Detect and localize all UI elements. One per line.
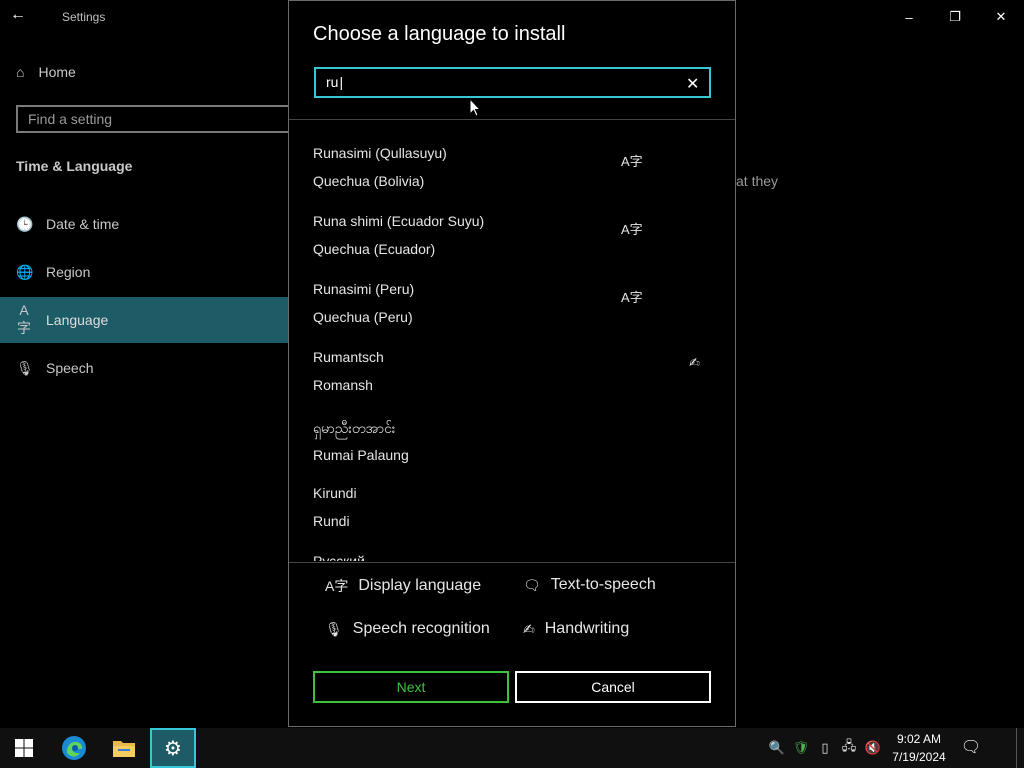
mouse-pointer-icon xyxy=(469,98,481,117)
security-shield-icon[interactable]: 🛡 xyxy=(790,736,812,760)
display-language-icon: A字 xyxy=(621,222,643,237)
display-language-icon: A字 xyxy=(621,559,643,561)
language-native-name: Kirundi xyxy=(313,485,357,501)
taskbar: ⚙ 🔍 🛡 ▯ 🖧 🔇 9:02 AM 7/19/2024 🗨 xyxy=(0,728,1024,768)
list-item[interactable]: ရှမာညီးတအာင်း Rumai Palaung xyxy=(313,411,713,467)
handwriting-icon: ✍ xyxy=(523,620,535,637)
language-native-name: ရှမာညီးတအာင်း xyxy=(313,420,396,436)
legend-label: Speech recognition xyxy=(352,620,490,637)
microphone-icon: 🎙 xyxy=(325,620,343,637)
language-icon: A字 xyxy=(17,302,31,336)
language-native-name: Runa shimi (Ecuador Suyu) xyxy=(313,213,485,229)
legend-text-to-speech: 🗨 Text-to-speech xyxy=(523,576,656,594)
restore-button[interactable]: ❐ xyxy=(932,6,978,28)
search-tray-icon[interactable]: 🔍 xyxy=(766,736,788,760)
text-to-speech-icon: 🗨 xyxy=(645,559,662,561)
network-icon[interactable]: 🖧 xyxy=(838,736,860,760)
clock[interactable]: 9:02 AM 7/19/2024 xyxy=(886,730,952,766)
language-english-name: Quechua (Ecuador) xyxy=(313,241,436,257)
settings-taskbar-button[interactable]: ⚙ xyxy=(150,728,196,768)
calendar-clock-icon: 🕒 xyxy=(16,215,34,232)
divider xyxy=(289,119,735,120)
clock-date: 7/19/2024 xyxy=(892,750,946,764)
clock-time: 9:02 AM xyxy=(896,732,942,746)
notification-center-icon[interactable]: 🗨 xyxy=(956,732,986,762)
search-value: ru xyxy=(326,74,343,90)
legend-label: Display language xyxy=(358,577,482,594)
background-description-text: at they xyxy=(736,173,779,189)
list-item[interactable]: Kirundi Rundi xyxy=(313,477,713,533)
language-native-name: Rumantsch xyxy=(313,349,384,365)
edge-taskbar-button[interactable] xyxy=(50,728,98,768)
language-list[interactable]: Runasimi (Qullasuyu) Quechua (Bolivia) A… xyxy=(289,131,735,561)
microphone-icon: 🎙 xyxy=(16,359,34,376)
windows-logo-icon xyxy=(15,739,33,757)
sidebar-home[interactable]: ⌂ Home xyxy=(16,64,76,80)
legend-speech-recognition: 🎙 Speech recognition xyxy=(325,620,490,638)
list-item[interactable]: Rumantsch Romansh ✍ xyxy=(313,341,713,397)
list-item[interactable]: Runa shimi (Ecuador Suyu) Quechua (Ecuad… xyxy=(313,205,713,261)
divider xyxy=(289,562,735,563)
back-arrow-icon[interactable]: ← xyxy=(10,6,26,24)
language-english-name: Quechua (Bolivia) xyxy=(313,173,425,189)
text-to-speech-icon: 🗨 xyxy=(523,576,541,593)
edge-icon xyxy=(62,736,86,760)
handwriting-icon: ✍ xyxy=(689,559,700,561)
sidebar-item-date-time[interactable]: 🕒 Date & time xyxy=(0,201,288,247)
file-explorer-taskbar-button[interactable] xyxy=(100,728,148,768)
usb-device-icon[interactable]: ▯ xyxy=(814,736,836,760)
dialog-title: Choose a language to install xyxy=(313,23,566,45)
next-button[interactable]: Next xyxy=(313,671,509,703)
display-language-icon: A字 xyxy=(325,578,349,594)
handwriting-icon: ✍ xyxy=(689,355,700,370)
language-native-name: Runasimi (Qullasuyu) xyxy=(313,145,447,161)
section-title: Time & Language xyxy=(16,158,133,174)
find-setting-input[interactable]: Find a setting xyxy=(16,105,306,133)
clear-search-icon[interactable]: ✕ xyxy=(686,74,699,94)
list-item[interactable]: Runasimi (Qullasuyu) Quechua (Bolivia) A… xyxy=(313,137,713,193)
sidebar-item-region[interactable]: 🌐 Region xyxy=(0,249,288,295)
display-language-icon: A字 xyxy=(621,154,643,169)
language-english-name: Rumai Palaung xyxy=(313,447,409,463)
find-setting-placeholder: Find a setting xyxy=(28,111,113,127)
language-english-name: Romansh xyxy=(313,377,373,393)
window-title: Settings xyxy=(62,10,106,24)
list-item[interactable]: Русский A字 🗨 ✍ xyxy=(313,545,713,561)
language-english-name: Rundi xyxy=(313,513,350,529)
globe-icon: 🌐 xyxy=(16,263,34,280)
cancel-button[interactable]: Cancel xyxy=(515,671,711,703)
sidebar-item-label: Date & time xyxy=(46,216,120,232)
sidebar-item-label: Region xyxy=(46,264,91,280)
feature-legend: A字 Display language 🗨 Text-to-speech 🎙 S… xyxy=(313,576,713,646)
sidebar-home-label: Home xyxy=(38,64,76,80)
folder-icon xyxy=(113,741,135,757)
volume-muted-icon[interactable]: 🔇 xyxy=(862,736,884,760)
legend-display-language: A字 Display language xyxy=(325,576,481,596)
choose-language-dialog: Choose a language to install ru ✕ Runasi… xyxy=(288,0,736,727)
sidebar-item-label: Language xyxy=(46,312,109,328)
display-language-icon: A字 xyxy=(621,290,643,305)
show-desktop-button[interactable] xyxy=(1016,728,1024,768)
language-native-name: Runasimi (Peru) xyxy=(313,281,415,297)
sidebar-item-language[interactable]: A字 Language xyxy=(0,297,288,343)
language-native-name: Русский xyxy=(313,553,365,561)
minimize-button[interactable]: – xyxy=(886,6,932,28)
language-english-name: Quechua (Peru) xyxy=(313,309,413,325)
list-item[interactable]: Runasimi (Peru) Quechua (Peru) A字 xyxy=(313,273,713,329)
home-icon: ⌂ xyxy=(16,64,25,80)
start-button[interactable] xyxy=(0,728,48,768)
legend-label: Text-to-speech xyxy=(550,576,656,593)
legend-label: Handwriting xyxy=(544,620,630,637)
sidebar-item-label: Speech xyxy=(46,360,94,376)
sidebar-item-speech[interactable]: 🎙 Speech xyxy=(0,345,288,391)
legend-handwriting: ✍ Handwriting xyxy=(523,620,629,638)
close-button[interactable]: ✕ xyxy=(978,6,1024,28)
language-search-input[interactable]: ru xyxy=(314,67,711,98)
gear-icon: ⚙ xyxy=(164,737,182,760)
